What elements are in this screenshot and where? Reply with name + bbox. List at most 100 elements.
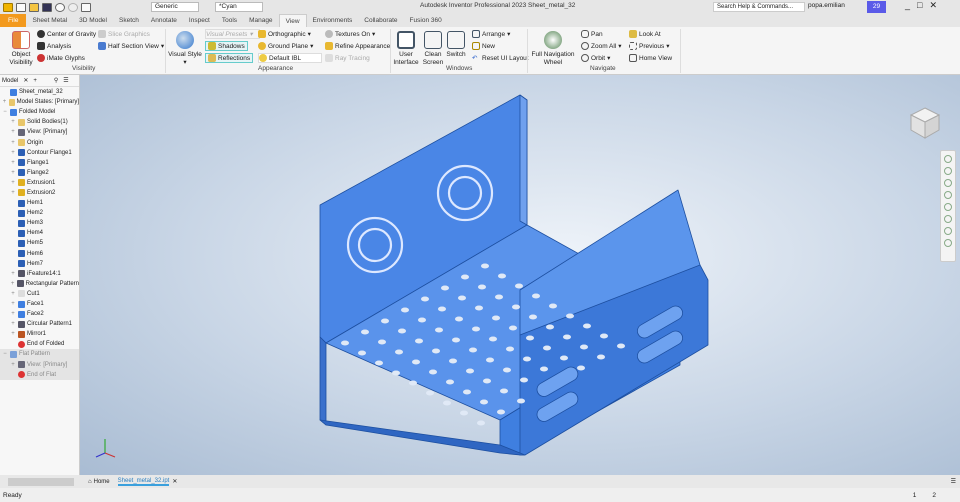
tree-node[interactable]: + Face2 [0, 309, 79, 319]
tab-file[interactable]: File [0, 14, 27, 27]
arrange-button[interactable]: Arrange ▾ [472, 30, 510, 38]
expand-toggle[interactable]: + [10, 129, 16, 135]
expand-toggle[interactable]: + [10, 311, 16, 317]
add-icon[interactable]: + [33, 78, 37, 84]
orbit-button[interactable]: Orbit ▾ [581, 54, 610, 62]
expand-toggle[interactable]: + [10, 180, 16, 186]
tree-node[interactable]: + Flange2 [0, 168, 79, 178]
expand-toggle[interactable]: + [10, 150, 16, 156]
imate-glyphs-button[interactable]: iMate Glyphs [37, 54, 85, 62]
analysis-button[interactable]: Analysis [37, 42, 71, 50]
tree-node[interactable]: + View: [Primary] [0, 127, 79, 137]
menu-icon[interactable]: ☰ [63, 77, 68, 84]
redo-icon[interactable] [68, 2, 78, 12]
tree-node[interactable]: End of Folded [0, 339, 79, 349]
zoom-all-button[interactable]: Zoom All ▾ [581, 42, 622, 50]
visual-style-button[interactable]: Visual Style ▾ [168, 31, 202, 67]
tree-node[interactable]: + Face1 [0, 299, 79, 309]
half-section-view-button[interactable]: Half Section View ▾ [98, 42, 164, 50]
look-at-button[interactable]: Look At [629, 30, 661, 38]
tree-node[interactable]: + Contour Flange1 [0, 148, 79, 158]
expand-toggle[interactable]: + [10, 331, 16, 337]
switch-button[interactable]: Switch [445, 31, 467, 59]
expand-toggle[interactable]: + [10, 140, 16, 146]
tab-3d-model[interactable]: 3D Model [73, 14, 113, 27]
nav-tool-icon[interactable] [944, 215, 952, 223]
tree-node[interactable]: Hem1 [0, 198, 79, 208]
nav-tool-icon[interactable] [944, 239, 952, 247]
tree-node[interactable]: + Flange1 [0, 158, 79, 168]
expand-toggle[interactable]: + [10, 160, 16, 166]
pan-button[interactable]: Pan [581, 30, 603, 38]
refine-appearance-button[interactable]: Refine Appearance [325, 42, 390, 50]
material-select[interactable]: Generic [151, 2, 199, 12]
expand-toggle[interactable]: + [2, 99, 7, 105]
nav-tool-icon[interactable] [944, 179, 952, 187]
expand-toggle[interactable]: − [2, 109, 8, 115]
tree-node[interactable]: + View: [Primary] [0, 359, 79, 370]
expand-toggle[interactable]: + [10, 190, 16, 196]
tree-node[interactable]: Sheet_metal_32 [0, 87, 79, 97]
close-tab-icon[interactable]: ✕ [172, 478, 177, 485]
tab-menu-icon[interactable]: ☰ [951, 478, 956, 485]
tree-node[interactable]: Hem3 [0, 218, 79, 228]
tab-annotate[interactable]: Annotate [145, 14, 183, 27]
new-icon[interactable] [16, 2, 26, 12]
center-of-gravity-button[interactable]: Center of Gravity [37, 30, 96, 38]
nav-tool-icon[interactable] [944, 203, 952, 211]
tree-node[interactable]: − Flat Pattern [0, 349, 79, 360]
document-tab-active[interactable]: Sheet_metal_32.ipt [117, 478, 170, 486]
previous-view-button[interactable]: Previous ▾ [629, 42, 670, 50]
clean-screen-button[interactable]: Clean Screen [421, 31, 445, 67]
user-account[interactable]: popa.emilian [808, 2, 845, 9]
open-icon[interactable] [29, 2, 39, 12]
reset-ui-layout-button[interactable]: ↶ Reset UI Layout [472, 54, 529, 63]
nav-tool-icon[interactable] [944, 191, 952, 199]
ground-plane-button[interactable]: Ground Plane ▾ [258, 42, 313, 50]
ibl-select[interactable]: Default IBL [258, 53, 322, 63]
expand-toggle[interactable]: + [10, 321, 16, 327]
tree-node[interactable]: Hem7 [0, 259, 79, 269]
expand-toggle[interactable]: + [10, 271, 16, 277]
home-view-button[interactable]: Home View [629, 54, 672, 62]
user-interface-button[interactable]: User Interface [393, 31, 419, 67]
tab-inspect[interactable]: Inspect [183, 14, 216, 27]
tab-fusion-360[interactable]: Fusion 360 [404, 14, 448, 27]
tree-node[interactable]: + Model States: [Primary] [0, 97, 79, 107]
tab-environments[interactable]: Environments [307, 14, 359, 27]
expand-toggle[interactable]: + [10, 362, 16, 368]
expand-toggle[interactable]: − [2, 351, 8, 357]
tree-node[interactable]: + Extrusion2 [0, 188, 79, 198]
tree-node[interactable]: − Folded Model [0, 107, 79, 117]
close-icon[interactable]: ✕ [23, 77, 28, 84]
tab-sheet-metal[interactable]: Sheet Metal [26, 14, 73, 27]
graphics-viewport[interactable] [80, 75, 960, 475]
inventor-logo-icon[interactable] [3, 2, 13, 12]
textures-on-button[interactable]: Textures On ▾ [325, 30, 375, 38]
nav-tool-icon[interactable] [944, 227, 952, 235]
home-icon[interactable] [81, 2, 91, 12]
tree-node[interactable]: + Rectangular Pattern [0, 279, 79, 289]
tree-node[interactable]: + Mirror1 [0, 329, 79, 339]
tab-sketch[interactable]: Sketch [113, 14, 145, 27]
expand-toggle[interactable]: + [10, 170, 16, 176]
tree-node[interactable]: End of Flat [0, 369, 79, 380]
expand-toggle[interactable]: + [10, 301, 16, 307]
tab-collaborate[interactable]: Collaborate [358, 14, 403, 27]
window-controls[interactable]: _□✕ [905, 0, 944, 11]
reflections-button[interactable]: Reflections [205, 53, 254, 63]
nav-tool-icon[interactable] [944, 167, 952, 175]
tab-tools[interactable]: Tools [216, 14, 243, 27]
tree-node[interactable]: Hem4 [0, 228, 79, 238]
tree-node[interactable]: + iFeature14:1 [0, 269, 79, 279]
home-icon[interactable]: ⌂ [88, 479, 92, 485]
orthographic-button[interactable]: Orthographic ▾ [258, 30, 311, 38]
expand-toggle[interactable]: + [10, 281, 15, 287]
tree-node[interactable]: Hem6 [0, 249, 79, 259]
expand-toggle[interactable]: + [10, 291, 16, 297]
search-input[interactable]: Search Help & Commands... [713, 2, 805, 12]
expand-toggle[interactable]: + [10, 119, 16, 125]
clock-badge[interactable]: 29 [867, 1, 886, 13]
tree-node[interactable]: + Circular Pattern1 [0, 319, 79, 329]
tab-view[interactable]: View [278, 14, 307, 27]
